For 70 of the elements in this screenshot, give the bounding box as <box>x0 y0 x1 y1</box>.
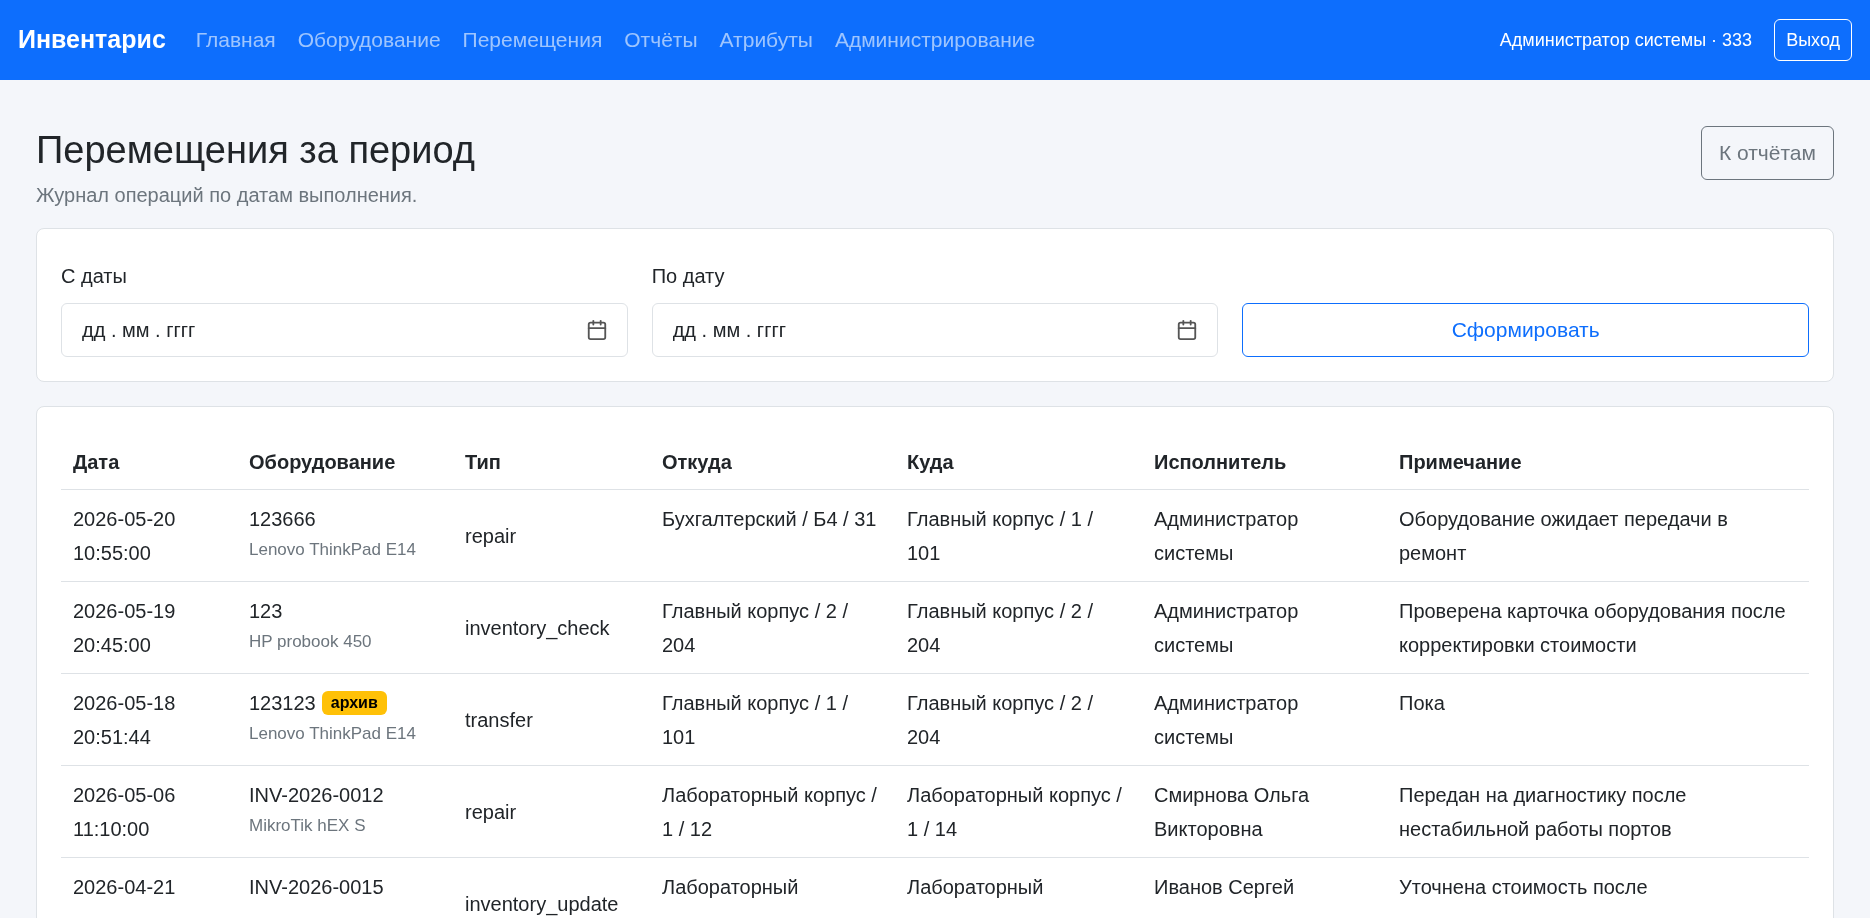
archive-badge: архив <box>321 691 387 715</box>
user-name: Администратор системы · 333 <box>1499 28 1753 52</box>
performer-name: Смирнова Ольга Викторовна <box>1154 783 1311 842</box>
date-text: 2026-05-06 <box>73 783 177 808</box>
page-title: Перемещения за период <box>36 128 475 173</box>
nav-link[interactable]: Перемещения <box>462 24 603 56</box>
type-text: repair <box>465 800 517 823</box>
submit-button[interactable]: Сформировать <box>1242 303 1809 357</box>
nav-link[interactable]: Атрибуты <box>719 24 813 56</box>
logout-button[interactable]: Выход <box>1774 19 1852 61</box>
date-text: 2026-04-21 <box>73 875 177 900</box>
type-text: repair <box>465 524 517 547</box>
to-location: Главный корпус / 2 / 204 <box>907 599 1094 658</box>
to-location: Лабораторный <box>907 875 1045 900</box>
calendar-icon[interactable] <box>1176 319 1199 341</box>
date-text: 2026-05-19 <box>73 599 177 624</box>
equipment-model: HP probook 450 <box>249 631 373 653</box>
column-header: Примечание <box>1399 451 1522 473</box>
equipment-model: MikroTik hEX S <box>249 815 367 837</box>
time-text: 10:55:00 <box>73 541 152 566</box>
performer-name: Администратор системы <box>1154 691 1300 750</box>
equipment-code: INV-2026-0012 <box>249 783 384 808</box>
from-location: Главный корпус / 1 / 101 <box>662 691 849 750</box>
time-text: 20:45:00 <box>73 633 152 658</box>
note-text: Пока <box>1399 691 1446 716</box>
from-location: Бухгалтерский / Б4 / 31 <box>662 507 878 532</box>
from-location: Лабораторный <box>662 875 800 900</box>
type-text: inventory_check <box>465 616 610 639</box>
performer-name: Администратор системы <box>1154 507 1300 566</box>
column-header: Тип <box>465 451 501 473</box>
nav-link[interactable]: Оборудование <box>297 24 441 56</box>
time-text: 20:51:44 <box>73 725 152 750</box>
equipment-code: 123666 <box>249 507 316 532</box>
nav-link[interactable]: Отчёты <box>624 24 698 56</box>
nav-link[interactable]: Главная <box>195 24 276 56</box>
equipment-code: 123123 <box>249 691 316 716</box>
note-text: Уточнена стоимость после <box>1399 875 1649 900</box>
column-header: Откуда <box>662 451 732 473</box>
date-field[interactable]: дд . мм . гггг <box>651 303 1219 357</box>
from-location: Главный корпус / 2 / 204 <box>662 599 849 658</box>
note-text: Оборудование ожидает передачи в ремонт <box>1399 507 1729 566</box>
column-header: Исполнитель <box>1154 451 1287 473</box>
equipment-model: Lenovo ThinkPad E14 <box>249 723 417 745</box>
column-header: Дата <box>73 451 120 473</box>
column-header: Оборудование <box>249 451 396 473</box>
column-header: Куда <box>907 451 954 473</box>
date-text: 2026-05-20 <box>73 507 177 532</box>
equipment-code: INV-2026-0015 <box>249 875 384 900</box>
note-text: Проверена карточка оборудования после корректировки стоимости <box>1399 599 1787 658</box>
to-location: Главный корпус / 1 / 101 <box>907 507 1094 566</box>
brand-logo[interactable]: Инвентарис <box>18 21 166 59</box>
date-field[interactable]: дд . мм . гггг <box>61 303 628 357</box>
performer-name: Администратор системы <box>1154 599 1300 658</box>
note-text: Передан на диагностику после нестабильной работы портов <box>1399 783 1688 842</box>
page-subtitle: Журнал операций по датам выполнения. <box>36 183 419 208</box>
type-text: inventory_update <box>465 892 619 915</box>
field-label: С даты <box>61 264 128 289</box>
back-button[interactable]: К отчётам <box>1700 126 1834 180</box>
date-text: 2026-05-18 <box>73 691 177 716</box>
to-location: Главный корпус / 2 / 204 <box>907 691 1094 750</box>
performer-name: Иванов Сергей <box>1154 875 1296 900</box>
from-location: Лабораторный корпус / 1 / 12 <box>662 783 878 842</box>
to-location: Лабораторный корпус / 1 / 14 <box>907 783 1123 842</box>
nav-link[interactable]: Администрирование <box>834 24 1036 56</box>
equipment-code: 123 <box>249 599 283 624</box>
time-text: 11:10:00 <box>73 817 151 842</box>
equipment-model: Lenovo ThinkPad E14 <box>249 539 417 561</box>
type-text: transfer <box>465 708 533 731</box>
field-label: По дату <box>651 264 726 289</box>
calendar-icon[interactable] <box>585 319 608 341</box>
